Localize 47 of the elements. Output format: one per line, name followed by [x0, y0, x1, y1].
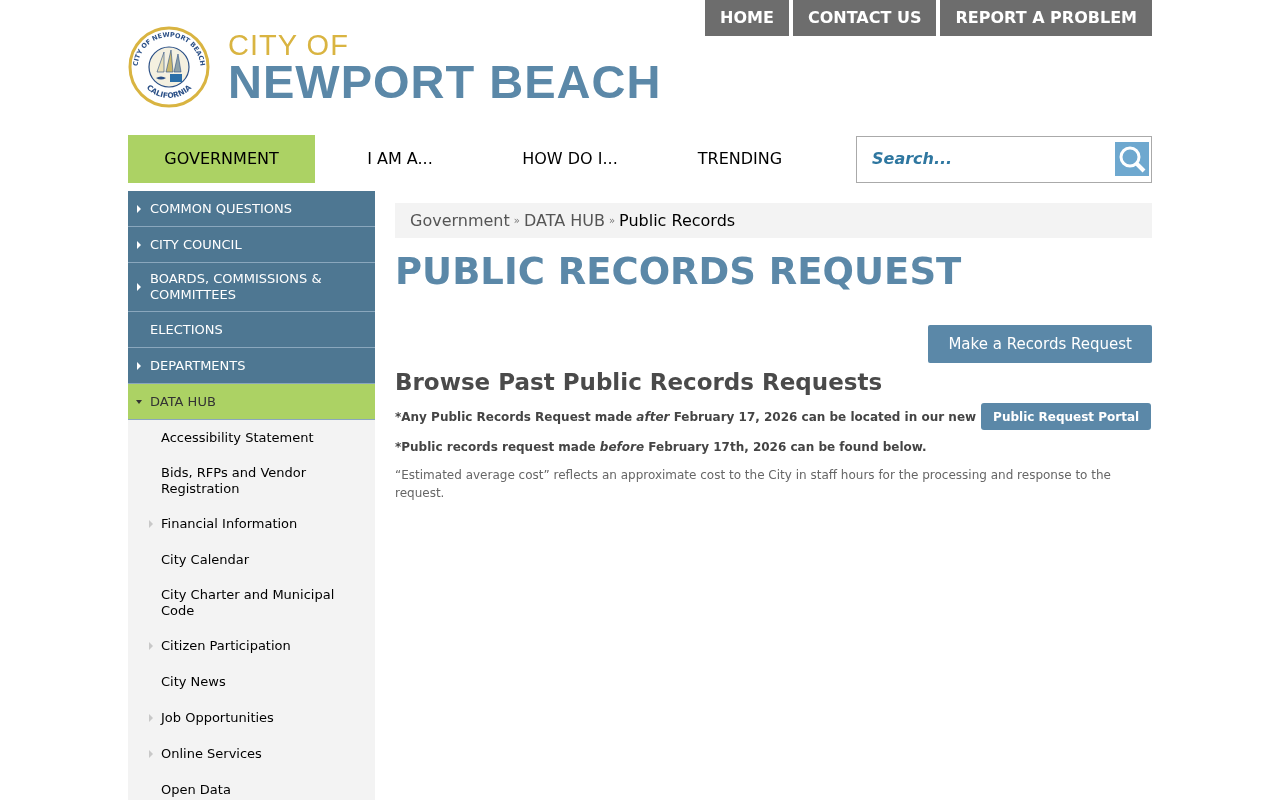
note-text: *Any Public Records Request made after February 17, 2026 can be located in our new — [395, 408, 977, 426]
sidebar-subitem[interactable]: City Calendar — [128, 542, 375, 578]
caret-right-icon — [136, 240, 142, 249]
sidebar-subitem[interactable]: Financial Information — [128, 506, 375, 542]
nav-tab[interactable]: GOVERNMENT — [128, 135, 315, 183]
breadcrumb-separator: » — [608, 214, 616, 228]
caret-right-icon — [148, 642, 154, 650]
sidebar-subitem[interactable]: Online Services — [128, 736, 375, 772]
search-field[interactable]: Search... — [856, 135, 1152, 183]
search-input[interactable]: Search... — [872, 147, 1115, 171]
caret-down-icon — [136, 397, 142, 406]
sidebar-item[interactable]: COMMON QUESTIONS — [128, 191, 375, 227]
sidebar-subitem[interactable]: Accessibility Statement — [128, 420, 375, 456]
breadcrumb-link[interactable]: Government — [410, 208, 510, 233]
records-request-button[interactable]: Make a Records Request — [928, 325, 1152, 363]
sidebar-subitem[interactable]: Citizen Participation — [128, 628, 375, 664]
caret-right-icon — [136, 361, 142, 370]
sidebar-item[interactable]: DEPARTMENTS — [128, 348, 375, 384]
top-link[interactable]: HOME — [705, 0, 789, 36]
caret-right-icon — [148, 520, 154, 528]
search-button[interactable] — [1115, 142, 1149, 176]
caret-right-icon — [148, 714, 154, 722]
caret-right-icon — [136, 283, 142, 291]
breadcrumb-link[interactable]: DATA HUB — [523, 208, 605, 233]
top-link[interactable]: REPORT A PROBLEM — [940, 0, 1152, 36]
logo-small-text: CITY OF — [228, 30, 350, 60]
search-icon — [1118, 145, 1146, 173]
sidebar-subitem[interactable]: Bids, RFPs and Vendor Registration — [128, 456, 375, 506]
caret-right-icon — [148, 750, 154, 758]
sidebar-item[interactable]: CITY COUNCIL — [128, 227, 375, 263]
section-heading: Browse Past Public Records Requests — [395, 368, 884, 397]
note-text: *Public records request made before February 17th, 2026 can be found below. — [395, 439, 928, 456]
logo-large-text: NEWPORT BEACH — [228, 60, 662, 104]
sidebar-subitem[interactable]: City News — [128, 664, 375, 700]
caret-right-icon — [136, 204, 142, 213]
sidebar-item[interactable]: BOARDS, COMMISSIONS & COMMITTEES — [128, 263, 375, 312]
sidebar-subitem[interactable]: Open Data — [128, 772, 375, 800]
sidebar-subitem[interactable]: City Charter and Municipal Code — [128, 578, 375, 628]
page-title: PUBLIC RECORDS REQUEST — [395, 250, 963, 294]
sidebar-subitem[interactable]: Job Opportunities — [128, 700, 375, 736]
breadcrumb-current: Public Records — [619, 209, 736, 232]
sidebar-item[interactable]: DATA HUB — [128, 384, 375, 420]
portal-button[interactable]: Public Request Portal — [981, 403, 1152, 430]
sidebar-item[interactable]: ELECTIONS — [128, 312, 375, 348]
breadcrumb-separator: » — [513, 214, 520, 228]
cost-note: “Estimated average cost” reflects an approximate cost to the City in staff hours for the processing and response to the request. — [395, 467, 1112, 502]
top-link[interactable]: CONTACT US — [792, 0, 937, 36]
